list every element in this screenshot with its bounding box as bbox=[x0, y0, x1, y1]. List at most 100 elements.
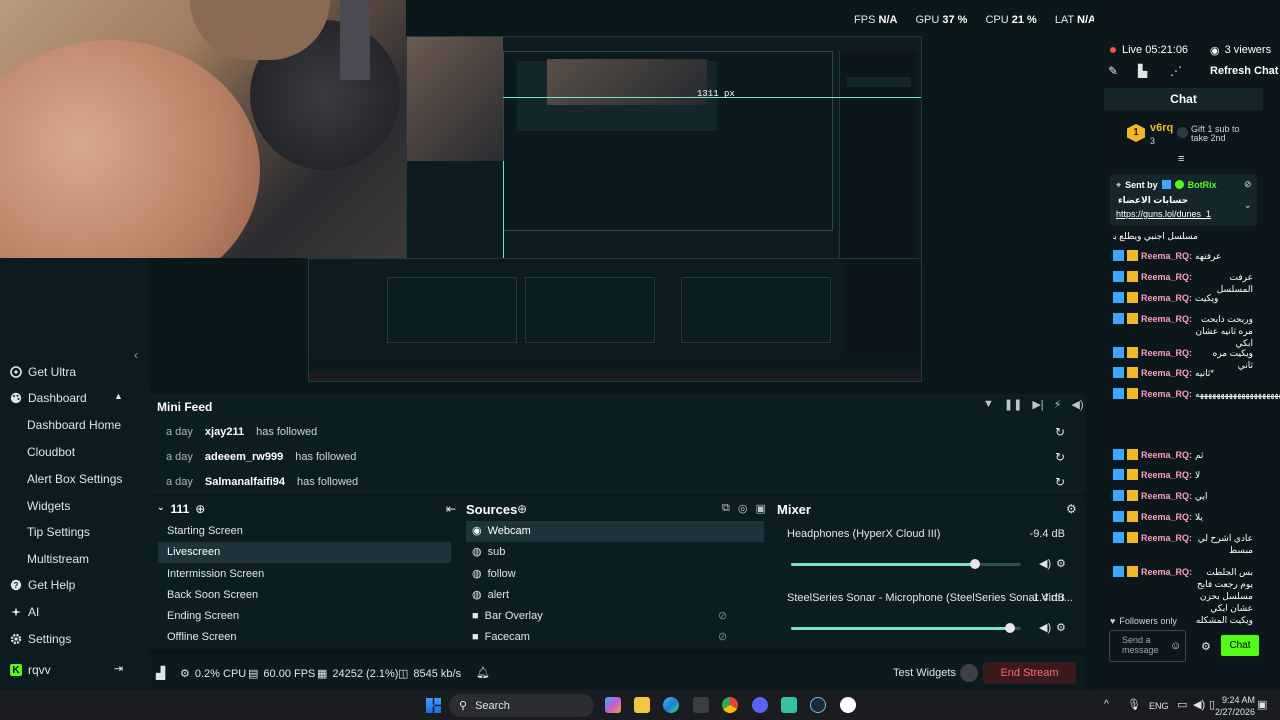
collapse-pin-icon[interactable]: ≡ bbox=[1178, 153, 1184, 165]
repeat-alert-icon[interactable]: ↻ bbox=[1055, 450, 1065, 464]
sidebar-item-widgets[interactable]: Widgets bbox=[27, 499, 70, 513]
stats-chart-icon[interactable]: ▟ bbox=[156, 666, 165, 680]
repeat-alert-icon[interactable]: ↻ bbox=[1055, 475, 1065, 489]
sidebar-item-settings[interactable]: Settings bbox=[10, 632, 71, 646]
selective-recording-icon[interactable]: ⧉ bbox=[722, 502, 730, 515]
chat-message[interactable]: Reema_RQ: يلا bbox=[1113, 511, 1253, 523]
chat-username[interactable]: Reema_RQ: bbox=[1141, 511, 1192, 523]
chat-username[interactable]: Reema_RQ: bbox=[1141, 250, 1192, 262]
hidden-eye-icon[interactable]: ⊘ bbox=[718, 627, 727, 648]
send-chat-button[interactable]: Chat bbox=[1221, 635, 1259, 656]
language-indicator[interactable]: ENG bbox=[1149, 701, 1169, 711]
discord-icon[interactable] bbox=[752, 697, 768, 713]
clock-time[interactable]: 9:24 AM bbox=[1222, 695, 1255, 705]
taskbar-search[interactable]: ⚲ Search bbox=[449, 694, 594, 717]
sidebar-item-ai[interactable]: AI bbox=[10, 605, 39, 619]
unpin-icon[interactable]: ⊘ bbox=[1244, 179, 1252, 190]
sidebar-item-multistream[interactable]: Multistream bbox=[27, 552, 89, 566]
chat-username[interactable]: Reema_RQ: bbox=[1141, 449, 1192, 461]
sidebar-item-cloudbot[interactable]: Cloudbot bbox=[27, 445, 75, 459]
microphone-icon[interactable]: 🎙︎ bbox=[1127, 698, 1141, 711]
scene-item[interactable]: Back Soon Screen bbox=[158, 585, 451, 606]
mute-alerts-icon[interactable]: ⚡ bbox=[1054, 398, 1062, 411]
volume-slider[interactable] bbox=[791, 623, 1021, 633]
mixer-settings-gear-icon[interactable]: ⚙ bbox=[1066, 502, 1077, 516]
channel-settings-gear-icon[interactable]: ⚙ bbox=[1056, 621, 1066, 634]
emoji-icon[interactable]: ☺ bbox=[1170, 640, 1181, 652]
chat-username[interactable]: Reema_RQ: bbox=[1141, 292, 1192, 304]
expand-chevron-icon[interactable]: ⌄ bbox=[1244, 200, 1252, 211]
store-icon[interactable] bbox=[693, 697, 709, 713]
chat-input[interactable]: Send a message ☺ bbox=[1109, 630, 1186, 662]
chat-username[interactable]: Reema_RQ: bbox=[1141, 469, 1192, 481]
chat-message[interactable]: Reema_RQ: ثم bbox=[1113, 449, 1253, 461]
copilot-icon[interactable] bbox=[605, 697, 621, 713]
scene-item[interactable]: Offline Screen bbox=[158, 627, 451, 648]
chat-message[interactable]: Reema_RQ: لا bbox=[1113, 469, 1253, 481]
chat-username[interactable]: Reema_RQ: bbox=[1141, 313, 1192, 349]
chat-username[interactable]: Reema_RQ: bbox=[1141, 532, 1192, 556]
clip-icon[interactable]: ▙ bbox=[1138, 64, 1147, 78]
chat-username[interactable]: Reema_RQ: bbox=[1141, 367, 1192, 379]
source-item[interactable]: ◍ follow bbox=[466, 564, 764, 585]
pause-icon[interactable]: ❚❚ bbox=[1004, 398, 1022, 411]
volume-slider[interactable] bbox=[791, 559, 1021, 569]
sidebar-item-get-ultra[interactable]: Get Ultra bbox=[10, 365, 76, 379]
clock-date[interactable]: 2/27/2026 bbox=[1215, 707, 1255, 717]
source-item[interactable]: ◍ alert bbox=[466, 585, 764, 606]
file-explorer-icon[interactable] bbox=[634, 697, 650, 713]
sidebar-item-tip-settings[interactable]: Tip Settings bbox=[27, 525, 90, 539]
streamlabs-icon[interactable] bbox=[781, 697, 797, 713]
mute-icon[interactable]: ◀) bbox=[1039, 621, 1051, 634]
channel-settings-gear-icon[interactable]: ⚙ bbox=[1056, 557, 1066, 570]
add-source-icon[interactable]: ⊕ bbox=[517, 502, 527, 516]
chat-message[interactable]: Reema_RQ: عادي اشرح لي مبسط bbox=[1113, 532, 1253, 556]
share-icon[interactable]: ⋰ bbox=[1170, 64, 1182, 78]
pinned-link[interactable]: https://guns.lol/dunes_1 bbox=[1116, 209, 1211, 219]
scene-item[interactable]: Starting Screen bbox=[158, 521, 451, 542]
scene-item[interactable]: Livescreen bbox=[158, 542, 451, 563]
chat-message[interactable]: Reema_RQ: *ثانيه bbox=[1113, 367, 1253, 379]
chat-settings-gear-icon[interactable]: ⚙ bbox=[1201, 640, 1211, 653]
chat-message[interactable]: Reema_RQ:ههههههههههههههههههههههههههههه bbox=[1113, 388, 1280, 400]
filter-icon[interactable]: ▼ bbox=[983, 398, 994, 411]
source-item[interactable]: ■ Bar Overlay ⊘ bbox=[466, 606, 764, 627]
tray-chevron-icon[interactable]: ^ bbox=[1104, 699, 1109, 710]
sidebar-collapse-button[interactable]: ‹ bbox=[134, 348, 146, 362]
repeat-alert-icon[interactable]: ↻ bbox=[1055, 425, 1065, 439]
chat-username[interactable]: Reema_RQ: bbox=[1141, 490, 1192, 502]
chat-message[interactable]: Reema_RQ: وربحت ذابحت مره ثانيه عشان ابكي bbox=[1113, 313, 1253, 349]
test-widgets-button[interactable]: Test Widgets bbox=[893, 667, 956, 679]
split-view-icon[interactable]: ⇤ bbox=[446, 502, 456, 516]
edit-icon[interactable]: ✎ bbox=[1108, 64, 1118, 78]
source-item[interactable]: ◉ Webcam bbox=[466, 521, 764, 542]
source-item[interactable]: ◍ sub bbox=[466, 542, 764, 563]
hidden-eye-icon[interactable]: ⊘ bbox=[718, 606, 727, 627]
top-gifter-name[interactable]: v6rq bbox=[1150, 122, 1173, 134]
gift-prompt[interactable]: Gift 1 sub to take 2nd bbox=[1191, 125, 1253, 143]
logout-icon[interactable]: ⇥ bbox=[114, 662, 123, 675]
end-stream-button[interactable]: End Stream bbox=[983, 662, 1076, 684]
hide-icon[interactable]: ◎ bbox=[738, 502, 748, 515]
obs-icon[interactable] bbox=[840, 697, 856, 713]
chrome-icon[interactable] bbox=[722, 697, 738, 713]
sidebar-user[interactable]: K rqvv ⇥ bbox=[10, 663, 124, 677]
volume-icon[interactable]: ◀) bbox=[1071, 398, 1083, 411]
scene-item[interactable]: Ending Screen bbox=[158, 606, 451, 627]
chat-username[interactable]: Reema_RQ: bbox=[1141, 388, 1192, 400]
notifications-icon[interactable]: ▣ bbox=[1257, 698, 1267, 711]
refresh-chat-button[interactable]: Refresh Chat bbox=[1210, 65, 1278, 77]
test-widgets-toggle[interactable] bbox=[960, 664, 978, 682]
sidebar-item-dashboard-home[interactable]: Dashboard Home bbox=[27, 418, 121, 432]
scene-item[interactable]: Intermission Screen bbox=[158, 564, 451, 585]
sidebar-item-get-help[interactable]: ? Get Help bbox=[10, 578, 75, 592]
chat-message[interactable]: Reema_RQ: ايي bbox=[1113, 490, 1253, 502]
chat-message[interactable]: Reema_RQ: ويكيت bbox=[1113, 292, 1253, 304]
notification-bell-icon[interactable]: 🔔︎ bbox=[476, 666, 490, 679]
edge-icon[interactable] bbox=[663, 697, 679, 713]
mute-icon[interactable]: ◀) bbox=[1039, 557, 1051, 570]
steam-icon[interactable] bbox=[810, 697, 826, 713]
source-item[interactable]: ■ Facecam ⊘ bbox=[466, 627, 764, 648]
chat-message[interactable]: Reema_RQ: عرفتهه bbox=[1113, 250, 1253, 262]
skip-icon[interactable]: ▶| bbox=[1032, 398, 1043, 411]
